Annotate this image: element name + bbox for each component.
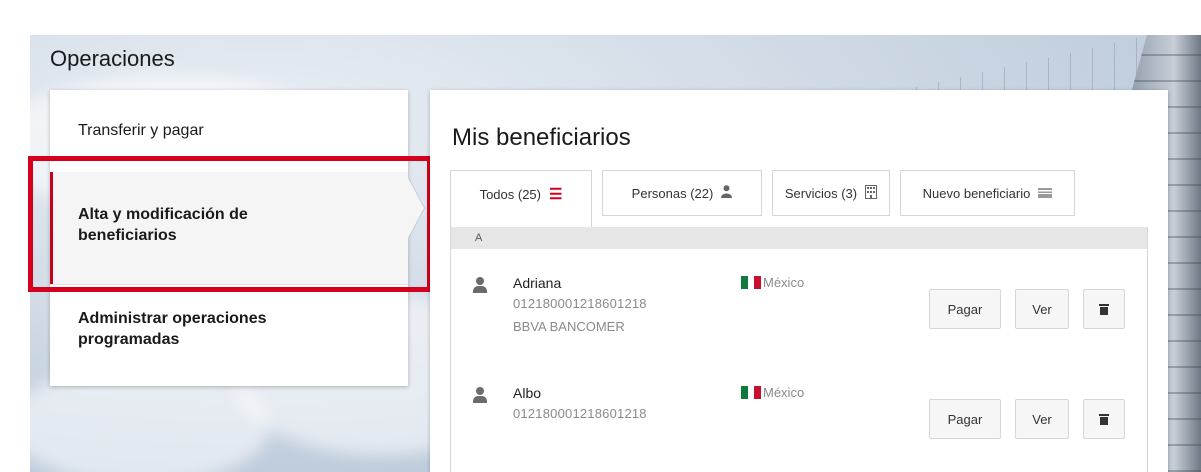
mexico-flag-icon [741, 386, 762, 399]
tab-services[interactable]: Servicios (3) [772, 170, 890, 216]
menu-item-scheduled-operations[interactable]: Administrar operaciones programadas [50, 308, 408, 350]
person-icon [721, 185, 733, 201]
country-name: México [763, 385, 805, 400]
highlight-box [28, 156, 432, 292]
card-icon [1038, 186, 1053, 201]
beneficiary-account: 012180001218601218 [513, 406, 647, 421]
beneficiaries-list: A Adriana 012180001218601218 BBVA BANCOM… [450, 227, 1148, 472]
tab-label: Nuevo beneficiario [922, 185, 1031, 201]
beneficiary-name: Adriana [513, 275, 562, 291]
menu-item-transfer-pay[interactable]: Transferir y pagar [50, 120, 408, 141]
pay-button[interactable]: Pagar [929, 289, 1001, 329]
tab-all[interactable]: Todos (25) ☰ [450, 170, 592, 228]
beneficiaries-panel: Mis beneficiarios Todos (25) ☰ Personas … [430, 90, 1168, 472]
building-icon [865, 184, 878, 202]
delete-button[interactable] [1083, 289, 1125, 329]
panel-title: Mis beneficiarios [452, 124, 631, 151]
beneficiary-bank: BBVA BANCOMER [513, 319, 625, 334]
trash-icon [1099, 413, 1109, 425]
beneficiary-account: 012180001218601218 [513, 296, 647, 311]
person-icon [473, 277, 487, 293]
list-item: Adriana 012180001218601218 BBVA BANCOMER… [451, 263, 1147, 373]
menu-item-label: Administrar operaciones programadas [78, 310, 267, 348]
beneficiary-name: Albo [513, 385, 542, 401]
view-button[interactable]: Ver [1015, 289, 1069, 329]
person-icon [473, 387, 487, 403]
menu-item-label: Transferir y pagar [78, 122, 204, 139]
tab-persons[interactable]: Personas (22) [602, 170, 762, 216]
view-button[interactable]: Ver [1015, 399, 1069, 439]
tab-label: Servicios (3) [784, 185, 858, 201]
list-icon: ☰ [548, 186, 563, 203]
group-letter-header: A [451, 227, 1147, 249]
beneficiary-country: México [741, 385, 804, 400]
trash-icon [1099, 303, 1109, 315]
country-name: México [763, 275, 805, 290]
delete-button[interactable] [1083, 399, 1125, 439]
tab-label: Personas (22) [631, 185, 714, 201]
mexico-flag-icon [741, 276, 762, 289]
list-item: Albo 012180001218601218 México Pagar Ver [451, 373, 1147, 472]
beneficiary-country: México [741, 275, 804, 290]
tab-label: Todos (25) [479, 187, 541, 202]
tab-new-beneficiary[interactable]: Nuevo beneficiario [900, 170, 1075, 216]
pay-button[interactable]: Pagar [929, 399, 1001, 439]
page-title: Operaciones [50, 46, 175, 71]
